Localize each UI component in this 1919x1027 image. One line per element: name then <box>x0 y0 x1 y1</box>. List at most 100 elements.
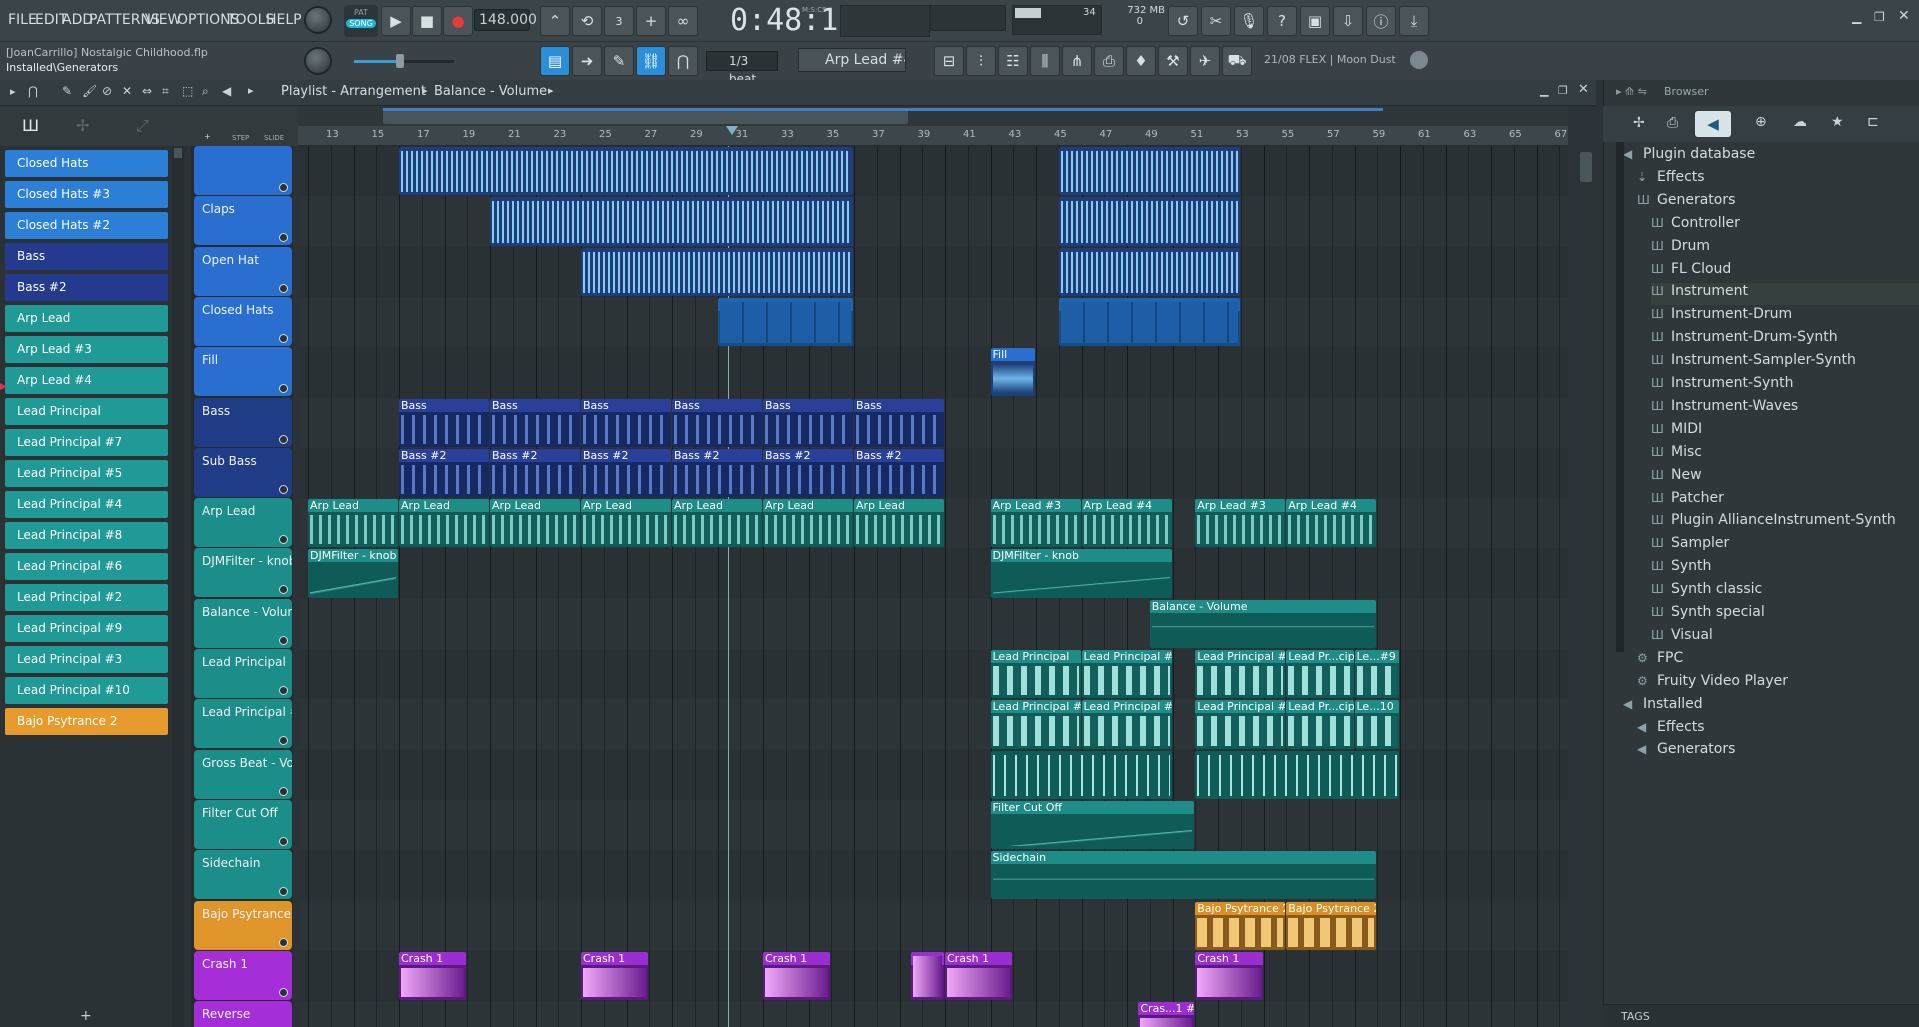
track-header[interactable]: Sidechain <box>194 850 292 900</box>
restore-icon[interactable]: ❐ <box>1558 84 1568 97</box>
countdown-icon[interactable]: 3 <box>604 6 634 36</box>
tab-project-icon[interactable]: ⎙ <box>1667 115 1678 131</box>
timeline-ruler[interactable]: 13 15 17 19 21 23 25 27 29 31 33 35 37 39 41 43 45 47 49 51… <box>298 126 1568 146</box>
pattern-clip[interactable]: Arp Lead <box>308 499 398 548</box>
track-header[interactable]: Lead Principal #2 <box>194 699 292 749</box>
scrollbar-thumb[interactable] <box>1580 152 1592 182</box>
browser-item[interactable]: ⇣ Effects <box>1637 169 1705 191</box>
playlist-vscroll[interactable] <box>1576 146 1596 1027</box>
shop-icon[interactable]: ⛟ <box>1222 46 1252 76</box>
snap-selector[interactable]: 1/3 beat <box>706 51 778 86</box>
channel-item[interactable]: Lead Principal #4 <box>5 491 168 518</box>
browser-item[interactable]: ⚙ Fruity Video Player <box>1637 673 1788 695</box>
automation-clip[interactable]: Sidechain <box>990 851 1377 900</box>
channel-item[interactable]: Lead Principal #9 <box>5 615 168 642</box>
wrench-icon[interactable]: ✈ <box>1190 46 1220 76</box>
pattern-clip[interactable]: Arp Lead <box>581 499 671 548</box>
pattern-clip[interactable]: Lead Principal #2 <box>1081 650 1172 699</box>
track-header[interactable]: Claps <box>194 196 292 246</box>
automation-clip[interactable]: Filter Cut Off <box>990 800 1195 850</box>
pattern-clip[interactable]: Bass <box>672 398 762 447</box>
channel-item[interactable]: Closed Hats <box>5 150 168 177</box>
pattern-clip[interactable] <box>1058 247 1240 296</box>
slide-label[interactable]: SLIDE <box>264 134 284 142</box>
plugin-icon[interactable]: ♦ <box>1126 46 1156 76</box>
tab-folder-icon[interactable]: ⊏ <box>1867 114 1879 130</box>
pattern-clip[interactable]: Arp Lead <box>763 499 853 548</box>
track-header[interactable]: Sub Bass <box>194 447 292 497</box>
pattern-clip[interactable]: Bass #2 <box>763 448 853 498</box>
minimize-icon[interactable]: ▁ <box>1852 10 1861 24</box>
step-label[interactable]: STEP <box>232 134 249 142</box>
magnet-icon[interactable]: ⋂ <box>668 46 698 76</box>
browser-item[interactable]: Ш Drum <box>1651 238 1710 260</box>
menu-file[interactable]: FILE <box>8 12 37 30</box>
track-mute-led[interactable] <box>279 786 288 796</box>
browser-item[interactable]: ⚙ FPC <box>1637 650 1683 672</box>
track-header[interactable]: Bass <box>194 397 292 447</box>
arrow-icon[interactable]: ➜ <box>572 46 602 76</box>
browser-item[interactable]: Ш MIDI <box>1651 421 1702 443</box>
track-mute-led[interactable] <box>279 585 288 595</box>
close-icon[interactable]: ✕ <box>1578 82 1589 97</box>
playhead-marker[interactable] <box>726 126 738 135</box>
track-header[interactable]: Open Hat <box>194 246 292 296</box>
browser-item[interactable]: Ш Visual <box>1651 627 1713 649</box>
audio-clip[interactable]: Crash 1 <box>399 951 467 1001</box>
track-mute-led[interactable] <box>279 887 288 897</box>
pattern-clip[interactable] <box>1058 147 1240 196</box>
breadcrumb-clip[interactable]: Balance - Volume <box>434 84 547 99</box>
channel-rack-icon[interactable]: ☷ <box>998 46 1028 76</box>
track-header[interactable]: Reverse <box>194 1001 292 1027</box>
tools-icon[interactable]: ⚒ <box>1158 46 1188 76</box>
piano-roll-icon[interactable]: ⊟ <box>934 46 964 76</box>
track-header[interactable]: DJMFilter - knob <box>194 548 292 598</box>
pattern-icon[interactable]: Ш <box>22 116 39 135</box>
tab-plugins-icon[interactable]: ◀ <box>1695 111 1731 137</box>
track-mute-led[interactable] <box>279 283 288 293</box>
paint-icon[interactable]: 🖌 <box>82 84 97 98</box>
mic-icon[interactable]: 🎙 <box>1234 6 1264 36</box>
channel-item[interactable]: Lead Principal #7 <box>5 429 168 456</box>
browser-item[interactable]: Ш Generators <box>1637 192 1735 214</box>
track-header[interactable]: Closed Hats <box>194 296 292 346</box>
audio-clip[interactable]: Fill <box>990 348 1035 397</box>
save-icon[interactable]: ▣ <box>1300 6 1330 36</box>
channel-item[interactable]: Bass <box>5 243 168 270</box>
breadcrumb-playlist[interactable]: Playlist - Arrangement <box>281 84 426 99</box>
browser-item[interactable]: Ш Synth <box>1651 558 1711 580</box>
browser-tree-icon[interactable]: ⋔ <box>1062 46 1092 76</box>
add-channel-icon[interactable]: + <box>80 1008 92 1024</box>
picker-scrollbar[interactable] <box>172 146 184 1027</box>
browser-item[interactable]: Ш FL Cloud <box>1651 261 1731 283</box>
pattern-clip[interactable]: Bass <box>581 398 671 447</box>
pattern-clip[interactable]: Arp Lead <box>490 499 580 548</box>
info-icon[interactable]: ⓘ <box>1366 6 1396 36</box>
pattern-clip[interactable]: Lead Principal #6 <box>1195 700 1286 749</box>
channel-item[interactable]: Lead Principal <box>5 398 168 425</box>
channel-item[interactable]: Bass #2 <box>5 274 168 301</box>
pattern-clip[interactable]: Lead Principal #4 <box>990 700 1081 749</box>
tags-label[interactable]: TAGS <box>1621 1010 1650 1023</box>
pattern-clip[interactable] <box>399 147 853 196</box>
browser-item[interactable]: Ш Controller <box>1651 215 1740 237</box>
pattern-clip[interactable]: Arp Lead #4 <box>1081 499 1172 548</box>
play-button[interactable]: ▶ <box>381 6 411 36</box>
cut-icon[interactable]: ✂ <box>1201 6 1231 36</box>
delete-icon[interactable]: ⊘ <box>102 84 112 98</box>
track-mute-led[interactable] <box>279 535 288 545</box>
browser-scrollbar[interactable] <box>1616 142 1624 652</box>
pattern-selector[interactable]: Arp Lead #4 <box>798 48 906 72</box>
file-icon[interactable]: ⎙ <box>1094 46 1124 76</box>
automation-clip[interactable]: Balance - Volume <box>1149 599 1377 648</box>
news-ticker[interactable]: 21/08 FLEX | Moon Dust <box>1264 53 1396 66</box>
pencil-icon[interactable]: ✎ <box>62 84 72 98</box>
arrangement-grid[interactable]: Fill Bass Bass Bass Bass Bass Bass Bass #2 Bass … <box>298 146 1568 1027</box>
globe-icon[interactable] <box>1410 51 1428 69</box>
pattern-clip[interactable]: Lead Principal #5 <box>1195 650 1286 699</box>
master-volume-knob[interactable] <box>304 6 332 34</box>
master-pitch-knob[interactable] <box>304 47 332 75</box>
browser-item[interactable]: Ш Synth classic <box>1651 581 1762 603</box>
browser-item[interactable]: Ш Instrument-Drum <box>1651 306 1792 328</box>
pattern-clip[interactable]: Bass #2 <box>854 448 944 498</box>
